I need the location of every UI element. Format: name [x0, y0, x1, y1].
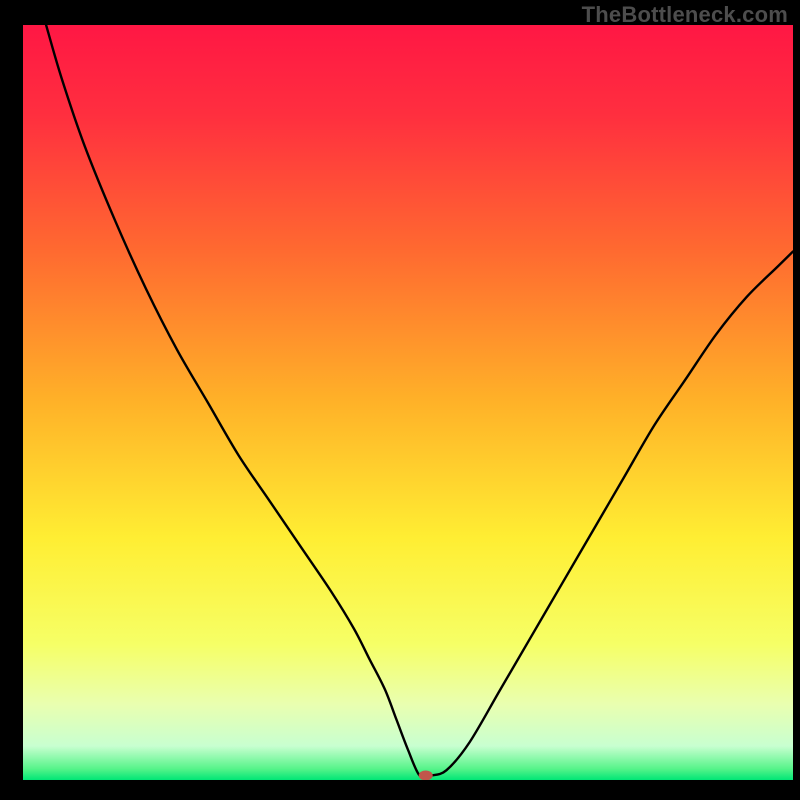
chart-frame: TheBottleneck.com — [0, 0, 800, 800]
gradient-background — [23, 25, 793, 780]
plot-area — [23, 25, 793, 780]
marker-dot — [419, 770, 433, 780]
plot-svg — [23, 25, 793, 780]
watermark-text: TheBottleneck.com — [582, 2, 788, 28]
